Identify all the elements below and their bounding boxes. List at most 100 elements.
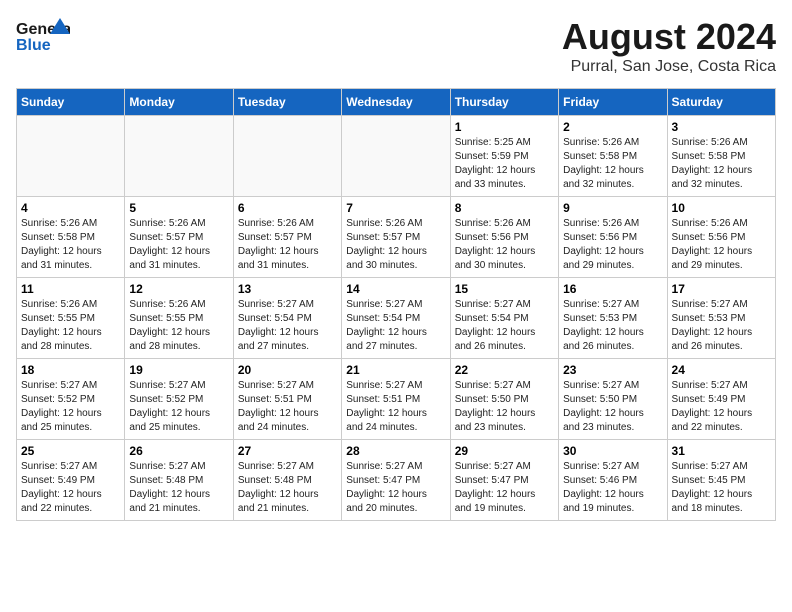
calendar-cell: 1 Sunrise: 5:25 AM Sunset: 5:59 PM Daylig… bbox=[450, 116, 558, 197]
day-number: 25 bbox=[21, 444, 120, 458]
day-number: 26 bbox=[129, 444, 228, 458]
calendar-cell: 16 Sunrise: 5:27 AM Sunset: 5:53 PM Dayli… bbox=[559, 278, 667, 359]
day-number: 1 bbox=[455, 120, 554, 134]
calendar-cell: 9 Sunrise: 5:26 AM Sunset: 5:56 PM Daylig… bbox=[559, 197, 667, 278]
day-info: Sunrise: 5:26 AM Sunset: 5:58 PM Dayligh… bbox=[672, 136, 771, 192]
day-info: Sunrise: 5:26 AM Sunset: 5:56 PM Dayligh… bbox=[672, 217, 771, 273]
day-info: Sunrise: 5:27 AM Sunset: 5:51 PM Dayligh… bbox=[346, 379, 445, 435]
day-info: Sunrise: 5:25 AM Sunset: 5:59 PM Dayligh… bbox=[455, 136, 554, 192]
month-year-title: August 2024 bbox=[562, 16, 776, 58]
calendar-cell bbox=[342, 116, 450, 197]
weekday-header: Thursday bbox=[450, 89, 558, 116]
day-number: 11 bbox=[21, 282, 120, 296]
calendar-week-row: 1 Sunrise: 5:25 AM Sunset: 5:59 PM Daylig… bbox=[17, 116, 776, 197]
calendar-week-row: 11 Sunrise: 5:26 AM Sunset: 5:55 PM Dayli… bbox=[17, 278, 776, 359]
day-info: Sunrise: 5:27 AM Sunset: 5:52 PM Dayligh… bbox=[21, 379, 120, 435]
day-number: 12 bbox=[129, 282, 228, 296]
day-number: 18 bbox=[21, 363, 120, 377]
day-number: 22 bbox=[455, 363, 554, 377]
page-header: General Blue August 2024 Purral, San Jos… bbox=[16, 16, 776, 76]
day-number: 5 bbox=[129, 201, 228, 215]
day-number: 7 bbox=[346, 201, 445, 215]
day-info: Sunrise: 5:26 AM Sunset: 5:58 PM Dayligh… bbox=[21, 217, 120, 273]
day-number: 17 bbox=[672, 282, 771, 296]
day-number: 30 bbox=[563, 444, 662, 458]
calendar-cell: 23 Sunrise: 5:27 AM Sunset: 5:50 PM Dayli… bbox=[559, 359, 667, 440]
day-info: Sunrise: 5:27 AM Sunset: 5:51 PM Dayligh… bbox=[238, 379, 337, 435]
calendar-cell: 26 Sunrise: 5:27 AM Sunset: 5:48 PM Dayli… bbox=[125, 440, 233, 521]
logo: General Blue bbox=[16, 16, 70, 60]
day-number: 16 bbox=[563, 282, 662, 296]
weekday-header: Friday bbox=[559, 89, 667, 116]
calendar-cell: 21 Sunrise: 5:27 AM Sunset: 5:51 PM Dayli… bbox=[342, 359, 450, 440]
calendar-cell: 27 Sunrise: 5:27 AM Sunset: 5:48 PM Dayli… bbox=[233, 440, 341, 521]
calendar-cell: 31 Sunrise: 5:27 AM Sunset: 5:45 PM Dayli… bbox=[667, 440, 775, 521]
calendar-cell: 24Sunrise: 5:27 AM Sunset: 5:49 PM Dayli… bbox=[667, 359, 775, 440]
day-info: Sunrise: 5:27 AM Sunset: 5:49 PM Dayligh… bbox=[672, 379, 771, 435]
day-number: 3 bbox=[672, 120, 771, 134]
weekday-header: Monday bbox=[125, 89, 233, 116]
calendar-header-row: SundayMondayTuesdayWednesdayThursdayFrid… bbox=[17, 89, 776, 116]
day-number: 10 bbox=[672, 201, 771, 215]
calendar-cell: 17 Sunrise: 5:27 AM Sunset: 5:53 PM Dayli… bbox=[667, 278, 775, 359]
day-number: 27 bbox=[238, 444, 337, 458]
day-number: 31 bbox=[672, 444, 771, 458]
calendar-table: SundayMondayTuesdayWednesdayThursdayFrid… bbox=[16, 88, 776, 521]
logo-icon: General Blue bbox=[16, 16, 70, 60]
day-info: Sunrise: 5:27 AM Sunset: 5:50 PM Dayligh… bbox=[563, 379, 662, 435]
day-info: Sunrise: 5:27 AM Sunset: 5:47 PM Dayligh… bbox=[455, 460, 554, 516]
calendar-cell: 18 Sunrise: 5:27 AM Sunset: 5:52 PM Dayli… bbox=[17, 359, 125, 440]
day-info: Sunrise: 5:27 AM Sunset: 5:53 PM Dayligh… bbox=[672, 298, 771, 354]
day-info: Sunrise: 5:26 AM Sunset: 5:55 PM Dayligh… bbox=[21, 298, 120, 354]
day-info: Sunrise: 5:27 AM Sunset: 5:49 PM Dayligh… bbox=[21, 460, 120, 516]
calendar-cell: 13 Sunrise: 5:27 AM Sunset: 5:54 PM Dayli… bbox=[233, 278, 341, 359]
calendar-cell: 2 Sunrise: 5:26 AM Sunset: 5:58 PM Daylig… bbox=[559, 116, 667, 197]
day-info: Sunrise: 5:27 AM Sunset: 5:53 PM Dayligh… bbox=[563, 298, 662, 354]
day-number: 29 bbox=[455, 444, 554, 458]
day-number: 23 bbox=[563, 363, 662, 377]
calendar-cell: 15Sunrise: 5:27 AM Sunset: 5:54 PM Dayli… bbox=[450, 278, 558, 359]
day-info: Sunrise: 5:27 AM Sunset: 5:48 PM Dayligh… bbox=[238, 460, 337, 516]
weekday-header: Tuesday bbox=[233, 89, 341, 116]
day-info: Sunrise: 5:26 AM Sunset: 5:57 PM Dayligh… bbox=[238, 217, 337, 273]
weekday-header: Saturday bbox=[667, 89, 775, 116]
day-info: Sunrise: 5:27 AM Sunset: 5:52 PM Dayligh… bbox=[129, 379, 228, 435]
calendar-cell: 6 Sunrise: 5:26 AM Sunset: 5:57 PM Daylig… bbox=[233, 197, 341, 278]
day-number: 6 bbox=[238, 201, 337, 215]
day-info: Sunrise: 5:26 AM Sunset: 5:56 PM Dayligh… bbox=[563, 217, 662, 273]
day-info: Sunrise: 5:26 AM Sunset: 5:58 PM Dayligh… bbox=[563, 136, 662, 192]
day-number: 2 bbox=[563, 120, 662, 134]
day-info: Sunrise: 5:27 AM Sunset: 5:54 PM Dayligh… bbox=[238, 298, 337, 354]
day-number: 20 bbox=[238, 363, 337, 377]
calendar-cell: 7Sunrise: 5:26 AM Sunset: 5:57 PM Daylig… bbox=[342, 197, 450, 278]
day-number: 8 bbox=[455, 201, 554, 215]
day-number: 21 bbox=[346, 363, 445, 377]
day-info: Sunrise: 5:26 AM Sunset: 5:57 PM Dayligh… bbox=[129, 217, 228, 273]
calendar-cell bbox=[125, 116, 233, 197]
weekday-header: Wednesday bbox=[342, 89, 450, 116]
day-info: Sunrise: 5:27 AM Sunset: 5:47 PM Dayligh… bbox=[346, 460, 445, 516]
day-info: Sunrise: 5:27 AM Sunset: 5:54 PM Dayligh… bbox=[346, 298, 445, 354]
calendar-cell bbox=[17, 116, 125, 197]
calendar-cell bbox=[233, 116, 341, 197]
day-number: 9 bbox=[563, 201, 662, 215]
calendar-cell: 22 Sunrise: 5:27 AM Sunset: 5:50 PM Dayli… bbox=[450, 359, 558, 440]
calendar-cell: 11 Sunrise: 5:26 AM Sunset: 5:55 PM Dayli… bbox=[17, 278, 125, 359]
day-number: 19 bbox=[129, 363, 228, 377]
calendar-cell: 25 Sunrise: 5:27 AM Sunset: 5:49 PM Dayli… bbox=[17, 440, 125, 521]
day-info: Sunrise: 5:27 AM Sunset: 5:50 PM Dayligh… bbox=[455, 379, 554, 435]
day-info: Sunrise: 5:27 AM Sunset: 5:54 PM Dayligh… bbox=[455, 298, 554, 354]
calendar-cell: 4Sunrise: 5:26 AM Sunset: 5:58 PM Daylig… bbox=[17, 197, 125, 278]
calendar-cell: 20 Sunrise: 5:27 AM Sunset: 5:51 PM Dayli… bbox=[233, 359, 341, 440]
day-info: Sunrise: 5:27 AM Sunset: 5:48 PM Dayligh… bbox=[129, 460, 228, 516]
day-info: Sunrise: 5:27 AM Sunset: 5:45 PM Dayligh… bbox=[672, 460, 771, 516]
title-area: August 2024 Purral, San Jose, Costa Rica bbox=[562, 16, 776, 76]
calendar-cell: 8Sunrise: 5:26 AM Sunset: 5:56 PM Daylig… bbox=[450, 197, 558, 278]
day-info: Sunrise: 5:26 AM Sunset: 5:55 PM Dayligh… bbox=[129, 298, 228, 354]
calendar-cell: 3 Sunrise: 5:26 AM Sunset: 5:58 PM Daylig… bbox=[667, 116, 775, 197]
calendar-cell: 14Sunrise: 5:27 AM Sunset: 5:54 PM Dayli… bbox=[342, 278, 450, 359]
calendar-cell: 5 Sunrise: 5:26 AM Sunset: 5:57 PM Daylig… bbox=[125, 197, 233, 278]
day-number: 13 bbox=[238, 282, 337, 296]
calendar-cell: 19 Sunrise: 5:27 AM Sunset: 5:52 PM Dayli… bbox=[125, 359, 233, 440]
calendar-cell: 28Sunrise: 5:27 AM Sunset: 5:47 PM Dayli… bbox=[342, 440, 450, 521]
